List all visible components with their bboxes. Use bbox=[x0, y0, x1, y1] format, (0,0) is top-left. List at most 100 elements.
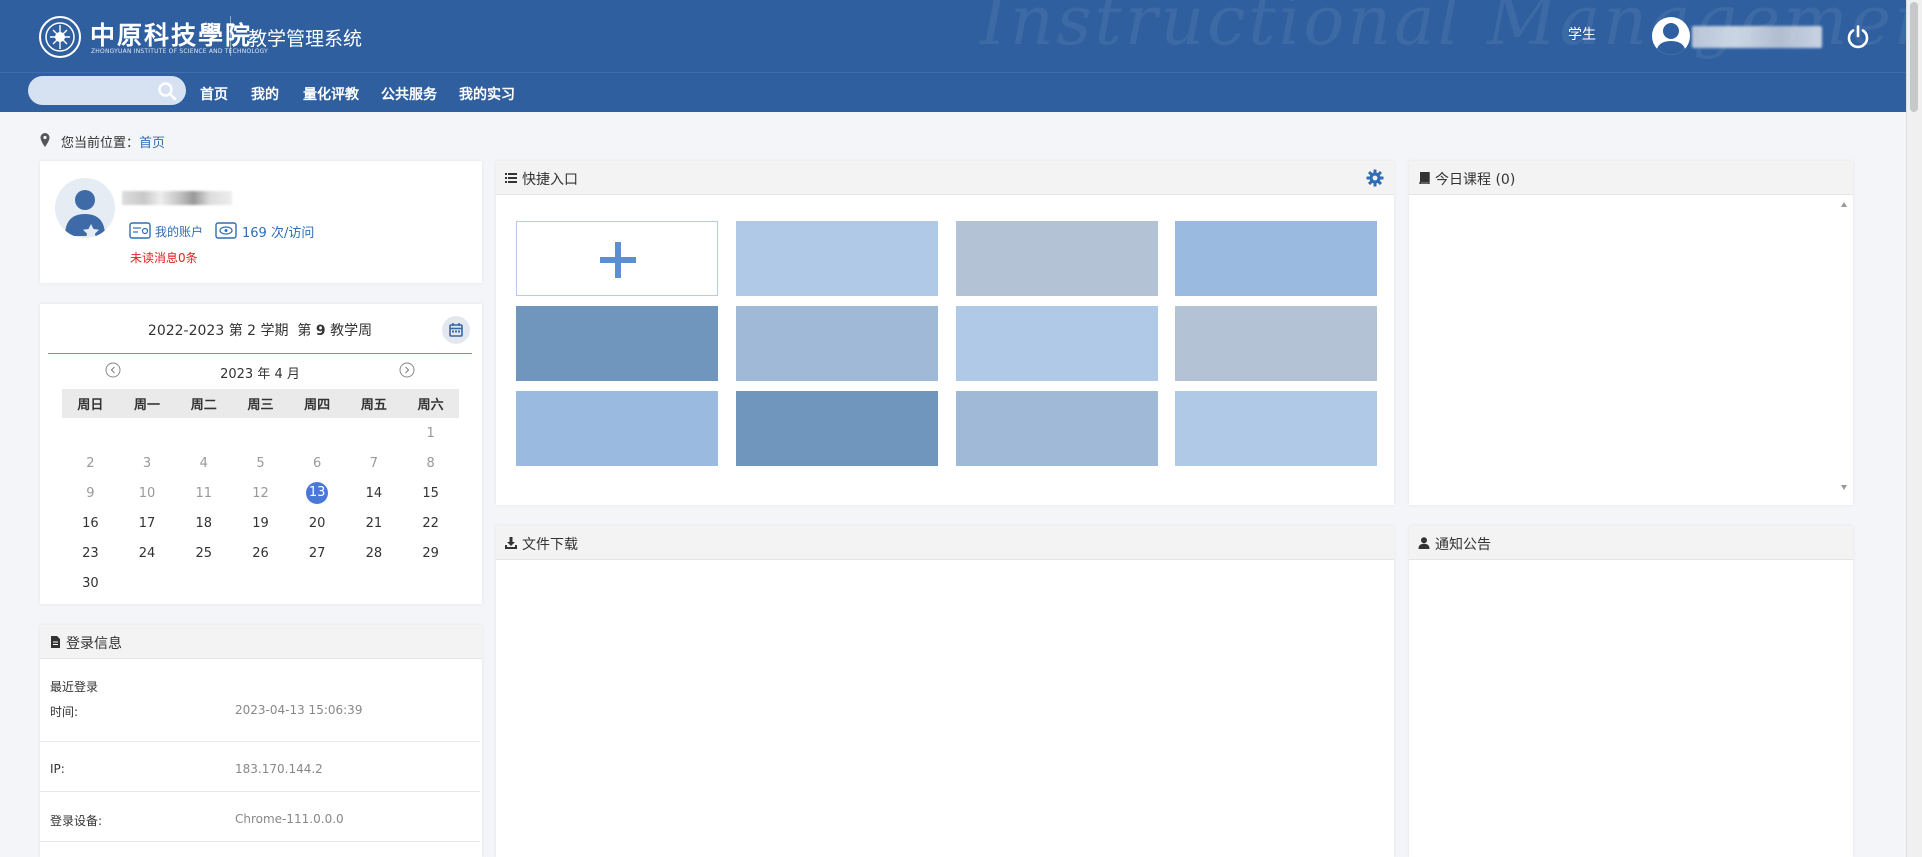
calendar-day[interactable]: 16 bbox=[62, 508, 119, 538]
calendar-day[interactable]: 28 bbox=[346, 538, 403, 568]
page-scrollbar[interactable] bbox=[1906, 0, 1922, 857]
calendar-day[interactable]: 3 bbox=[119, 448, 176, 478]
calendar-button[interactable] bbox=[442, 316, 470, 344]
nav-item-internship[interactable]: 我的实习 bbox=[459, 84, 515, 104]
prev-month-icon[interactable] bbox=[105, 362, 121, 378]
shortcut-tile[interactable] bbox=[1175, 391, 1377, 466]
calendar-day[interactable]: 2 bbox=[62, 448, 119, 478]
term-prefix: 第 bbox=[228, 323, 243, 339]
calendar-day[interactable]: 22 bbox=[402, 508, 459, 538]
term-suffix: 学期 bbox=[260, 323, 289, 339]
calendar-week-row: 1 bbox=[62, 418, 459, 448]
shortcut-tile[interactable] bbox=[736, 306, 938, 381]
shortcut-tile[interactable] bbox=[736, 221, 938, 296]
calendar-day[interactable]: 24 bbox=[119, 538, 176, 568]
calendar-day[interactable]: 12 bbox=[232, 478, 289, 508]
calendar-day[interactable]: 8 bbox=[402, 448, 459, 478]
calendar-day[interactable]: 13 bbox=[289, 478, 346, 508]
weekday-header: 周二 bbox=[175, 389, 233, 418]
calendar-day[interactable]: 6 bbox=[289, 448, 346, 478]
school-logo-english: ZHONGYUAN INSTITUTE OF SCIENCE AND TECHN… bbox=[91, 48, 269, 55]
logout-power-icon[interactable] bbox=[1845, 24, 1871, 50]
academic-year: 2022-2023 bbox=[147, 323, 225, 339]
breadcrumb-home-link[interactable]: 首页 bbox=[139, 132, 165, 151]
account-card-icon[interactable] bbox=[129, 222, 151, 239]
calendar-day[interactable]: 5 bbox=[232, 448, 289, 478]
week-prefix: 第 bbox=[297, 323, 312, 339]
login-device-row: 登录设备: Chrome-111.0.0.0 bbox=[40, 792, 480, 842]
unread-messages[interactable]: 未读消息0条 bbox=[130, 249, 198, 266]
calendar-card: 2022-2023 第 2 学期 第 9 教学周 2023 年 4 月 周日 周一… bbox=[40, 304, 482, 604]
profile-card: 我的账户 169 次/访问 未读消息0条 bbox=[40, 161, 482, 283]
calendar-day[interactable]: 9 bbox=[62, 478, 119, 508]
calendar-day[interactable]: 27 bbox=[289, 538, 346, 568]
calendar-day[interactable]: 10 bbox=[119, 478, 176, 508]
calendar-divider bbox=[48, 353, 472, 354]
calendar-day bbox=[346, 568, 403, 598]
login-time-row: 时间: 2023-04-13 15:06:39 bbox=[40, 696, 480, 742]
calendar-day[interactable]: 19 bbox=[232, 508, 289, 538]
today-courses-title: 今日课程 (0) bbox=[1435, 172, 1516, 188]
nav-item-evaluation[interactable]: 量化评教 bbox=[303, 84, 359, 104]
user-role: 学生 bbox=[1568, 27, 1596, 43]
user-avatar[interactable] bbox=[1652, 17, 1690, 55]
shortcut-tile[interactable] bbox=[516, 391, 718, 466]
login-info-header: 登录信息 bbox=[40, 625, 482, 659]
calendar-day[interactable]: 17 bbox=[119, 508, 176, 538]
login-info-title: 登录信息 bbox=[66, 636, 122, 652]
login-ip-label: IP: bbox=[50, 762, 65, 776]
school-emblem-icon bbox=[39, 16, 81, 58]
list-icon bbox=[505, 173, 517, 183]
system-title: 教学管理系统 bbox=[248, 28, 363, 50]
login-device-label: 登录设备: bbox=[50, 814, 103, 828]
weekday-header: 周四 bbox=[288, 389, 346, 418]
calendar-day[interactable]: 7 bbox=[346, 448, 403, 478]
nav-item-home[interactable]: 首页 bbox=[200, 84, 228, 104]
shortcut-tile[interactable] bbox=[956, 306, 1158, 381]
weekday-header: 周六 bbox=[402, 389, 459, 418]
shortcut-tile[interactable] bbox=[1175, 221, 1377, 296]
calendar-day[interactable]: 15 bbox=[402, 478, 459, 508]
page-scrollbar-thumb[interactable] bbox=[1910, 2, 1918, 112]
quick-access-header: 快捷入口 bbox=[496, 161, 1394, 195]
calendar-day[interactable]: 4 bbox=[175, 448, 232, 478]
shortcut-tile[interactable] bbox=[956, 221, 1158, 296]
calendar-day[interactable]: 18 bbox=[175, 508, 232, 538]
calendar-day bbox=[119, 568, 176, 598]
search-icon[interactable] bbox=[157, 81, 177, 101]
weekday-header: 周一 bbox=[118, 389, 176, 418]
calendar-today[interactable]: 13 bbox=[306, 482, 329, 504]
next-month-icon[interactable] bbox=[399, 362, 415, 378]
add-shortcut-tile[interactable] bbox=[516, 221, 718, 296]
file-download-header: 文件下载 bbox=[496, 526, 1394, 560]
calendar-day[interactable]: 26 bbox=[232, 538, 289, 568]
shortcut-tile[interactable] bbox=[736, 391, 938, 466]
nav-item-public-services[interactable]: 公共服务 bbox=[381, 84, 437, 104]
file-download-title: 文件下载 bbox=[522, 537, 578, 553]
calendar-day[interactable]: 1 bbox=[402, 418, 459, 448]
calendar-day[interactable]: 21 bbox=[346, 508, 403, 538]
week-number: 9 bbox=[315, 323, 326, 339]
login-time-value: 2023-04-13 15:06:39 bbox=[235, 703, 363, 717]
calendar-day[interactable]: 29 bbox=[402, 538, 459, 568]
gear-icon[interactable] bbox=[1366, 169, 1384, 187]
notices-header: 通知公告 bbox=[1409, 526, 1853, 560]
calendar-icon bbox=[449, 323, 463, 337]
shortcut-tile[interactable] bbox=[956, 391, 1158, 466]
calendar-day[interactable]: 25 bbox=[175, 538, 232, 568]
calendar-day bbox=[289, 568, 346, 598]
shortcut-tile[interactable] bbox=[516, 306, 718, 381]
calendar-week-row: 16 17 18 19 20 21 22 bbox=[62, 508, 459, 538]
calendar-day[interactable]: 23 bbox=[62, 538, 119, 568]
course-scrollbar[interactable] bbox=[1838, 196, 1850, 496]
user-name-redacted bbox=[1692, 26, 1822, 48]
nav-item-mine[interactable]: 我的 bbox=[251, 84, 279, 104]
calendar-day[interactable]: 30 bbox=[62, 568, 119, 598]
shortcut-tile[interactable] bbox=[1175, 306, 1377, 381]
term-number: 2 bbox=[247, 323, 257, 339]
my-account-link[interactable]: 我的账户 bbox=[155, 223, 203, 240]
calendar-day[interactable]: 11 bbox=[175, 478, 232, 508]
calendar-day[interactable]: 14 bbox=[346, 478, 403, 508]
calendar-day[interactable]: 20 bbox=[289, 508, 346, 538]
calendar-day bbox=[119, 418, 176, 448]
